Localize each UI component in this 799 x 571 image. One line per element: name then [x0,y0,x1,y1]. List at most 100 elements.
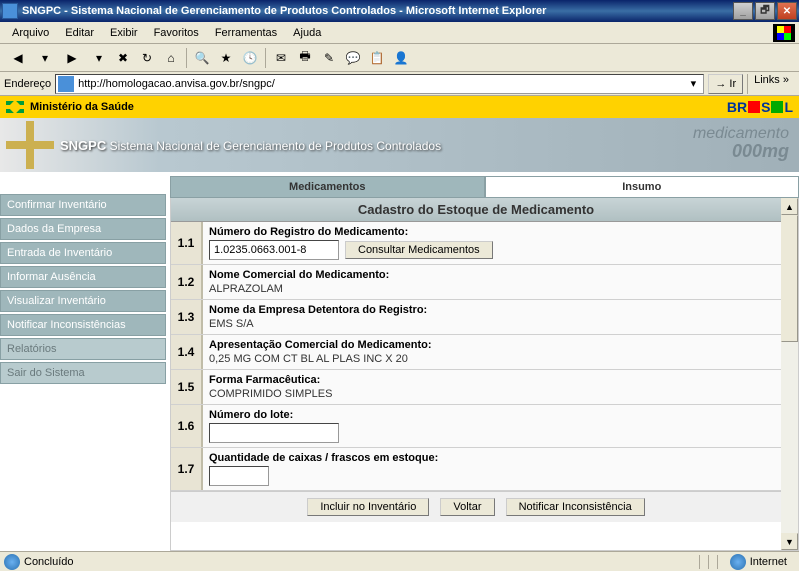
content: Medicamentos Insumo Cadastro do Estoque … [170,172,799,551]
form-actions: Incluir no Inventário Voltar Notificar I… [171,491,781,522]
row-label: Quantidade de caixas / frascos em estoqu… [209,452,775,464]
window-titlebar: SNGPC - Sistema Nacional de Gerenciament… [0,0,799,22]
scroll-thumb[interactable] [781,215,798,342]
sidebar-item-ausencia[interactable]: Informar Ausência [0,266,166,288]
favicon-icon [58,76,74,92]
tab-insumo[interactable]: Insumo [485,176,799,198]
row-label: Nome Comercial do Medicamento: [209,269,775,281]
voltar-button[interactable]: Voltar [440,498,494,516]
print-button[interactable]: 🖶 [294,47,316,69]
form-title: Cadastro do Estoque de Medicamento [171,198,781,222]
form-panel: Cadastro do Estoque de Medicamento 1.1 N… [171,198,781,550]
address-label: Endereço [4,78,51,90]
form-row-1-7: 1.7 Quantidade de caixas / frascos em es… [171,448,781,491]
address-dropdown[interactable]: ▾ [685,77,701,90]
address-input[interactable] [78,78,685,90]
row-num: 1.6 [171,405,203,447]
row-label: Nome da Empresa Detentora do Registro: [209,304,775,316]
restore-button[interactable]: 🗗 [755,2,775,20]
menu-arquivo[interactable]: Arquivo [4,25,57,41]
refresh-button[interactable]: ↻ [136,47,158,69]
menu-editar[interactable]: Editar [57,25,102,41]
back-button[interactable]: ◀ [4,47,32,69]
lote-input[interactable] [209,423,339,443]
sidebar-item-confirmar[interactable]: Confirmar Inventário [0,194,166,216]
notificar-button[interactable]: Notificar Inconsistência [506,498,645,516]
sidebar-item-relatorios[interactable]: Relatórios [0,338,166,360]
form-row-1-2: 1.2 Nome Comercial do Medicamento: ALPRA… [171,265,781,300]
banner-text: SNGPC Sistema Nacional de Gerenciamento … [60,138,441,153]
menubar: Arquivo Editar Exibir Favoritos Ferramen… [0,22,799,44]
search-button[interactable]: 🔍 [191,47,213,69]
brazil-flag-icon [6,101,24,113]
toolbar: ◀ ▾ ▶ ▾ ✖ ↻ ⌂ 🔍 ★ 🕓 ✉ 🖶 ✎ 💬 📋 👤 [0,44,799,72]
row-num: 1.7 [171,448,203,490]
consultar-button[interactable]: Consultar Medicamentos [345,241,493,259]
mail-button[interactable]: ✉ [270,47,292,69]
form-row-1-6: 1.6 Número do lote: [171,405,781,448]
tab-medicamentos[interactable]: Medicamentos [170,176,485,198]
menu-ajuda[interactable]: Ajuda [285,25,329,41]
zone-indicator: Internet [722,554,795,570]
vertical-scrollbar[interactable]: ▲ ▼ [781,198,798,550]
minimize-button[interactable]: _ [733,2,753,20]
sidebar-item-sair[interactable]: Sair do Sistema [0,362,166,384]
row-value: 0,25 MG COM CT BL AL PLAS INC X 20 [209,353,775,365]
incluir-button[interactable]: Incluir no Inventário [307,498,429,516]
quantidade-input[interactable] [209,466,269,486]
sidebar: Confirmar Inventário Dados da Empresa En… [0,172,170,551]
history-button[interactable]: 🕓 [239,47,261,69]
stop-button[interactable]: ✖ [112,47,134,69]
status-text: Concluído [24,556,695,568]
menu-favoritos[interactable]: Favoritos [146,25,207,41]
row-num: 1.5 [171,370,203,404]
close-button[interactable]: ✕ [777,2,797,20]
edit-button[interactable]: ✎ [318,47,340,69]
address-input-wrap[interactable]: ▾ [55,74,704,94]
row-value: ALPRAZOLAM [209,283,775,295]
go-button[interactable]: → Ir [708,74,743,94]
form-row-1-5: 1.5 Forma Farmacêutica: COMPRIMIDO SIMPL… [171,370,781,405]
menu-exibir[interactable]: Exibir [102,25,146,41]
menu-ferramentas[interactable]: Ferramentas [207,25,285,41]
row-num: 1.4 [171,335,203,369]
ministry-band: Ministério da Saúde BR S L [0,96,799,118]
form-row-1-1: 1.1 Número do Registro do Medicamento: C… [171,222,781,265]
row-label: Apresentação Comercial do Medicamento: [209,339,775,351]
sidebar-item-visualizar[interactable]: Visualizar Inventário [0,290,166,312]
row-num: 1.3 [171,300,203,334]
home-button[interactable]: ⌂ [160,47,182,69]
app-icon [2,3,18,19]
tabs: Medicamentos Insumo [170,176,799,198]
sidebar-item-notificar[interactable]: Notificar Inconsistências [0,314,166,336]
research-button[interactable]: 📋 [366,47,388,69]
row-num: 1.2 [171,265,203,299]
addressbar: Endereço ▾ → Ir Links » [0,72,799,96]
links-button[interactable]: Links » [747,74,795,94]
sngpc-logo-icon [6,121,54,169]
back-dropdown[interactable]: ▾ [34,47,56,69]
sngpc-banner: SNGPC Sistema Nacional de Gerenciamento … [0,118,799,172]
ie-throbber-icon [773,24,795,42]
row-label: Forma Farmacêutica: [209,374,775,386]
messenger-button[interactable]: 👤 [390,47,412,69]
brasil-logo: BR S L [727,99,793,115]
registro-input[interactable] [209,240,339,260]
favorites-button[interactable]: ★ [215,47,237,69]
sidebar-item-dados[interactable]: Dados da Empresa [0,218,166,240]
discuss-button[interactable]: 💬 [342,47,364,69]
sidebar-item-entrada[interactable]: Entrada de Inventário [0,242,166,264]
row-label: Número do Registro do Medicamento: [209,226,775,238]
row-label: Número do lote: [209,409,775,421]
row-num: 1.1 [171,222,203,264]
form-row-1-4: 1.4 Apresentação Comercial do Medicament… [171,335,781,370]
main-area: Confirmar Inventário Dados da Empresa En… [0,172,799,551]
internet-zone-icon [730,554,746,570]
forward-button[interactable]: ▶ [58,47,86,69]
scroll-up-button[interactable]: ▲ [781,198,798,215]
forward-dropdown[interactable]: ▾ [88,47,110,69]
form-row-1-3: 1.3 Nome da Empresa Detentora do Registr… [171,300,781,335]
ministry-text: Ministério da Saúde [30,101,134,113]
scroll-down-button[interactable]: ▼ [781,533,798,550]
row-value: EMS S/A [209,318,775,330]
